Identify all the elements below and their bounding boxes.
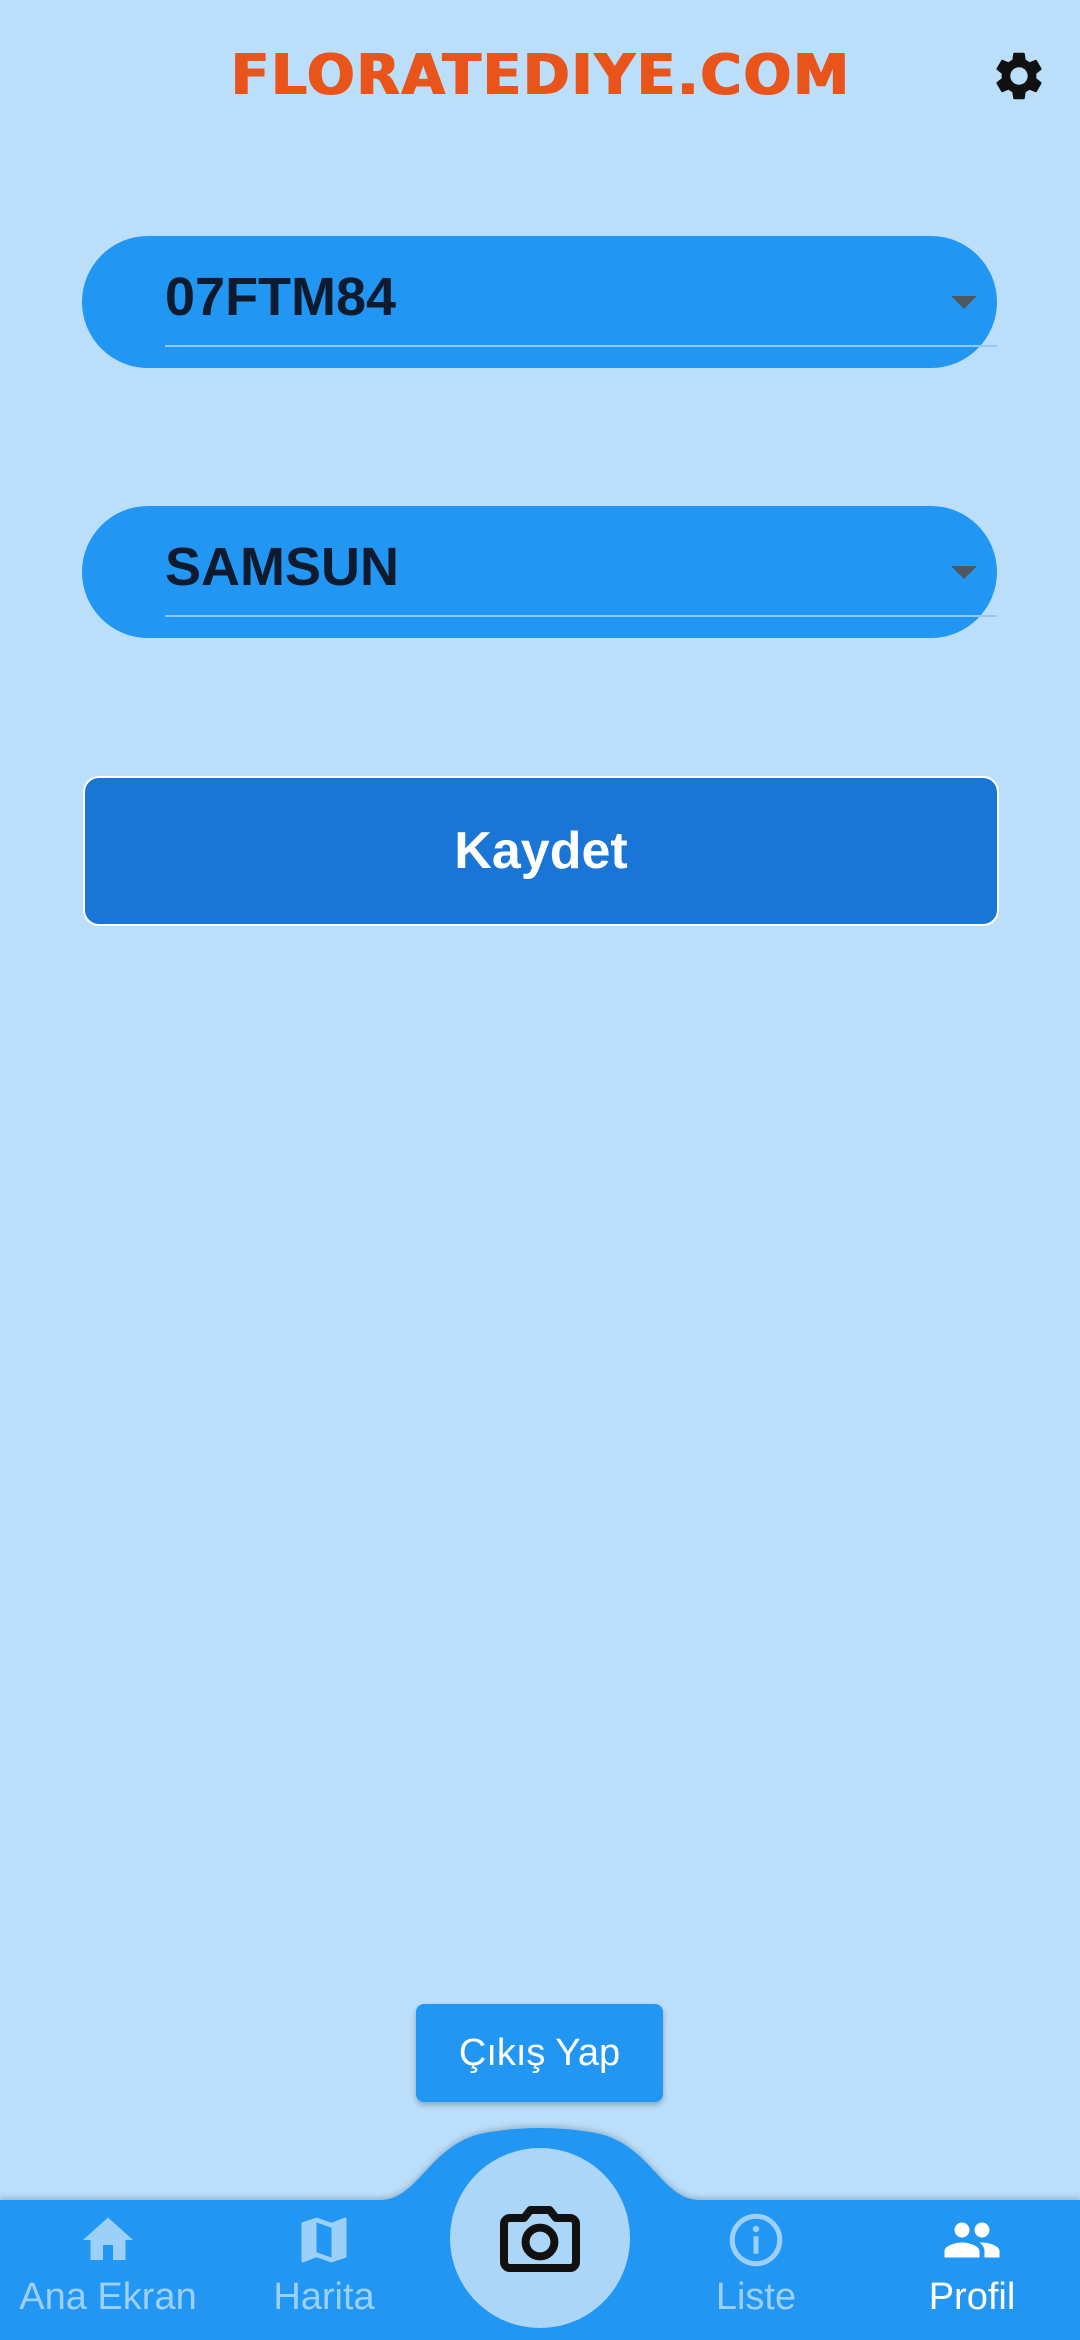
city-select-value: SAMSUN <box>165 537 400 597</box>
nav-label-map: Harita <box>273 2276 375 2318</box>
info-icon <box>729 2213 783 2267</box>
logout-button[interactable]: Çıkış Yap <box>416 2004 663 2102</box>
nav-label-home: Ana Ekran <box>19 2276 197 2318</box>
nav-item-map[interactable]: Harita <box>216 2210 432 2340</box>
city-select-underline <box>165 615 997 617</box>
dropdown-arrow-icon <box>951 296 977 309</box>
nav-item-home[interactable]: Ana Ekran <box>0 2210 216 2340</box>
plate-select-underline <box>165 345 997 347</box>
nav-item-profile[interactable]: Profil <box>864 2210 1080 2340</box>
nav-item-list[interactable]: Liste <box>648 2210 864 2340</box>
nav-label-list: Liste <box>715 2276 797 2318</box>
camera-button[interactable] <box>450 2148 630 2328</box>
nav-label-profile: Profil <box>928 2276 1016 2318</box>
app-title: FLORATEDIYE.COM <box>230 43 850 108</box>
plate-select[interactable]: 07FTM84 <box>82 236 997 368</box>
save-button[interactable]: Kaydet <box>83 776 999 926</box>
home-icon <box>83 2217 133 2260</box>
city-select[interactable]: SAMSUN <box>82 506 997 638</box>
dropdown-arrow-icon <box>951 566 977 579</box>
camera-icon <box>500 2206 580 2272</box>
gear-icon <box>996 52 1042 100</box>
settings-button[interactable] <box>988 45 1050 107</box>
plate-select-value: 07FTM84 <box>165 267 397 327</box>
people-icon <box>944 2222 1000 2258</box>
map-icon <box>301 2217 347 2263</box>
